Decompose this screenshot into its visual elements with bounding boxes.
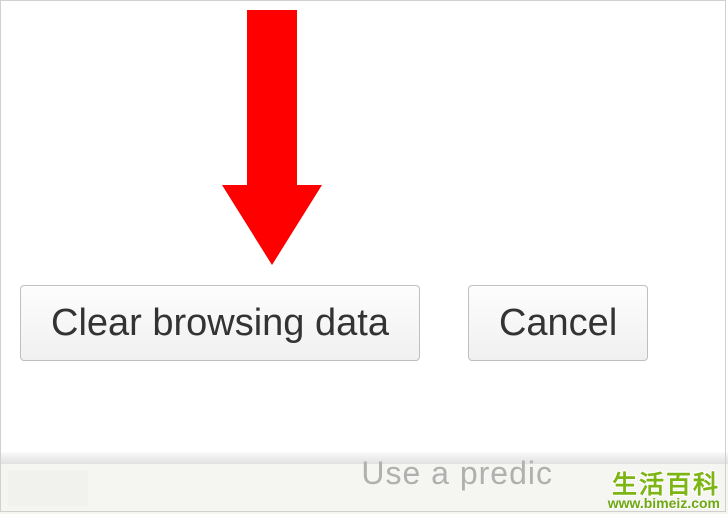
annotation-arrow-down-icon (222, 10, 322, 270)
dialog-button-row: Clear browsing data Cancel (20, 285, 648, 361)
watermark-url: www.bimeiz.com (608, 496, 720, 510)
partial-ui-fragment-left (8, 470, 88, 506)
image-frame-border (0, 0, 726, 512)
partial-background-text: Use a predic (361, 455, 553, 492)
clear-browsing-data-button[interactable]: Clear browsing data (20, 285, 420, 361)
cancel-button[interactable]: Cancel (468, 285, 648, 361)
watermark: 生活百科 www.bimeiz.com (608, 473, 720, 510)
